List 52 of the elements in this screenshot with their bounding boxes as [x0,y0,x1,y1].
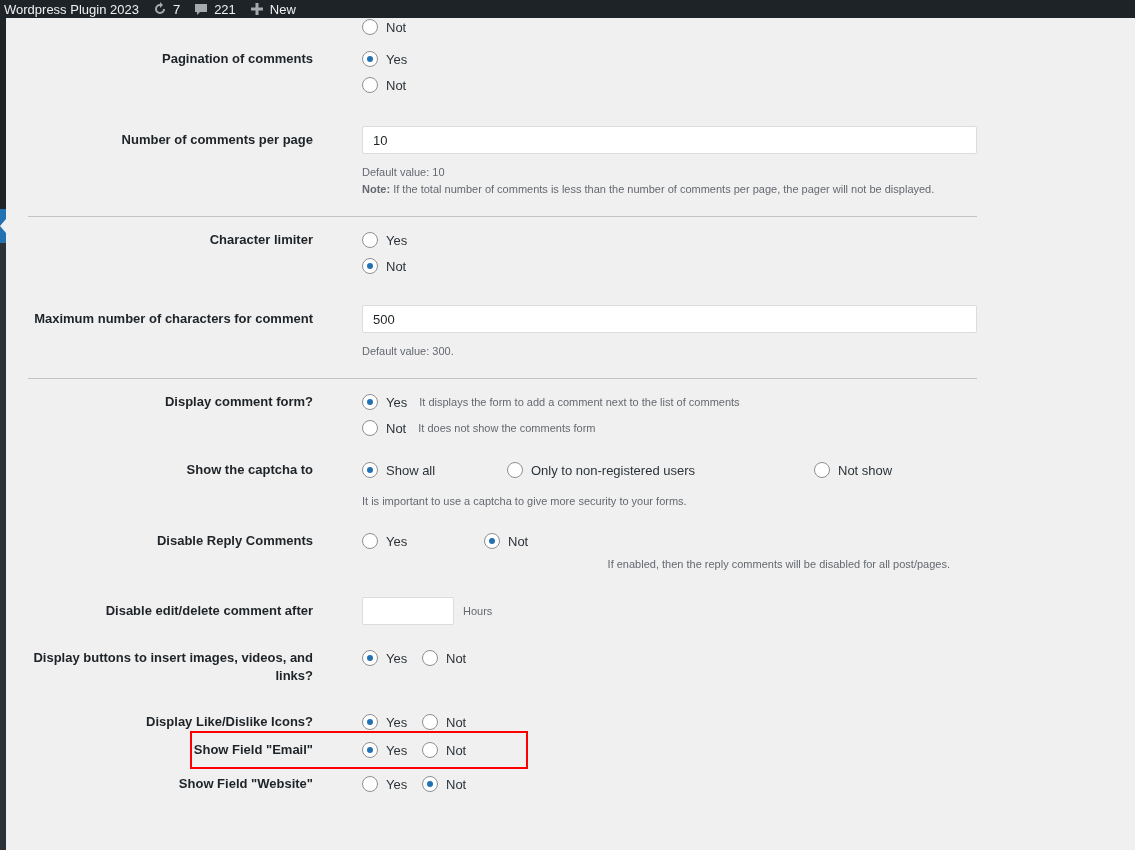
setting-label: Display comment form? [163,393,313,411]
radio-option[interactable]: Yes [362,50,977,68]
setting-label: Disable Reply Comments [155,532,313,550]
setting-label: Number of comments per page [120,131,313,149]
setting-label: Show the captcha to [185,461,313,479]
text-field[interactable]: 10 [362,126,977,154]
radio-option[interactable]: Only to non-registered users [507,461,814,479]
help-text: Default value: 300. [362,344,455,359]
setting-label: Show Field "Website" [177,775,313,793]
radio-option[interactable]: Not [484,532,977,550]
help-text: Default value: 10 [362,165,446,180]
refresh-icon [152,2,167,16]
comments-link[interactable]: 221 [194,1,236,17]
radio-option[interactable]: Not [422,713,977,731]
plus-icon [249,2,264,16]
help-text: It is important to use a captcha to give more security to your forms. [362,494,688,509]
setting-label: Show Field "Email" [192,741,313,759]
new-link[interactable]: New [249,1,296,17]
caret-icon [0,219,6,233]
radio-option[interactable]: Yes [362,775,422,793]
radio-option[interactable]: Yes [362,231,977,249]
radio-option[interactable]: Not [422,741,977,759]
setting-label: Pagination of comments [161,50,313,68]
setting-label: Maximum number of characters for comment [33,310,313,328]
option-note: It does not show the comments form [418,422,596,434]
setting-label: Disable edit/delete comment after [104,602,313,620]
setting-label: Character limiter [208,231,313,249]
radio-option[interactable]: Not [422,775,977,793]
unit-label: Hours [463,605,493,617]
hours-field[interactable] [362,597,454,625]
setting-label: Display buttons to insert images, videos, and links? [32,649,313,685]
radio-option[interactable]: Yes [362,649,422,667]
updates-link[interactable]: 7 [152,1,181,17]
help-text: Note: If the total number of comments is less than the number of comments per page, the pager will not be displayed. [362,182,936,197]
radio-option[interactable]: Not show [814,461,977,479]
radio-option[interactable]: Not It does not show the comments form [362,419,977,437]
radio-option[interactable]: Not [362,18,977,36]
setting-label: Display Like/Dislike Icons? [145,713,313,731]
radio-option[interactable]: Not [362,76,977,94]
radio-option[interactable]: Yes [362,532,484,550]
help-text: If enabled, then the reply comments will be disabled for all post/pages. [606,557,951,572]
text-field[interactable]: 500 [362,305,977,333]
radio-option[interactable]: Yes It displays the form to add a comment next to the list of comments [362,393,977,411]
radio-option[interactable]: Not [362,257,977,275]
site-name-link[interactable]: Wordpress Plugin 2023 [4,1,139,17]
radio-option[interactable]: Yes [362,713,422,731]
radio-option[interactable]: Show all [362,461,507,479]
radio-option[interactable]: Not [422,649,977,667]
current-menu-item[interactable] [0,209,6,243]
comment-icon [194,2,209,16]
option-note: It displays the form to add a comment next to the list of comments [419,396,740,408]
radio-option[interactable]: Yes [362,741,422,759]
